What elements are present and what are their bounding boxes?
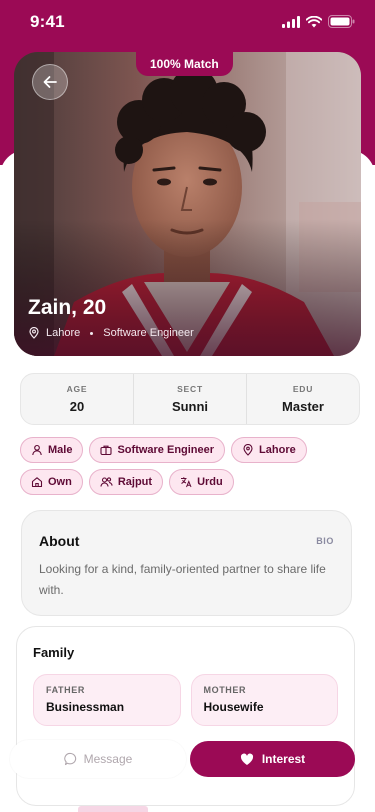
attribute-chips: Male Software Engineer Lahore Own Rajput…	[20, 437, 360, 501]
family-value: Businessman	[46, 700, 125, 714]
heart-icon	[240, 753, 253, 765]
status-icons	[282, 15, 355, 28]
chip-label: Lahore	[259, 444, 296, 456]
family-label: MOTHER	[203, 685, 247, 695]
message-button[interactable]: Message	[10, 740, 186, 778]
about-text: Looking for a kind, family-oriented part…	[39, 562, 326, 597]
chip-label: Urdu	[197, 476, 223, 488]
profile-hero-card: Zain, 20 Lahore Software Engineer	[14, 52, 361, 356]
match-badge: 100% Match	[136, 52, 233, 76]
people-icon	[100, 477, 113, 487]
stat-age: AGE 20	[21, 374, 134, 424]
about-title: About	[39, 533, 80, 549]
bio-tag: BIO	[316, 536, 334, 546]
chip-home: Own	[20, 469, 83, 495]
back-button[interactable]	[32, 64, 68, 100]
interest-label: Interest	[261, 752, 306, 766]
family-card: Family FATHER Businessman MOTHER Housewi…	[16, 626, 355, 806]
signal-icon	[282, 15, 300, 28]
stat-value: Master	[282, 399, 324, 414]
message-label: Message	[83, 752, 133, 766]
family-mother: MOTHER Housewife	[190, 674, 338, 726]
stat-education: EDU Master	[247, 374, 359, 424]
chat-bubble-icon	[63, 752, 76, 766]
chip-profession: Software Engineer	[89, 437, 226, 463]
about-card: About BIO Looking for a kind, family-ori…	[21, 510, 352, 616]
stat-sect: SECT Sunni	[134, 374, 247, 424]
battery-icon	[328, 15, 355, 28]
location-pin-icon	[29, 327, 39, 339]
chip-label: Rajput	[117, 476, 153, 488]
stat-label: SECT	[177, 384, 203, 394]
stat-label: EDU	[292, 384, 314, 394]
wifi-icon	[306, 15, 322, 27]
stat-value: Sunni	[171, 399, 209, 414]
profile-subtitle: Lahore Software Engineer	[28, 327, 194, 339]
person-icon	[32, 444, 42, 456]
chip-language: Urdu	[169, 469, 234, 495]
interest-button[interactable]: Interest	[190, 741, 355, 777]
home-icon	[31, 477, 43, 488]
next-card-peek	[78, 806, 148, 812]
chip-city: Lahore	[231, 437, 307, 463]
family-grid: FATHER Businessman MOTHER Housewife	[33, 674, 338, 726]
chip-caste: Rajput	[88, 469, 164, 495]
family-value: Housewife	[203, 700, 264, 714]
chip-label: Male	[48, 444, 73, 456]
briefcase-icon	[100, 445, 113, 456]
arrow-left-icon	[43, 76, 57, 88]
chip-gender: Male	[20, 437, 84, 463]
status-bar: 9:41	[0, 0, 375, 44]
profile-profession: Software Engineer	[103, 327, 194, 339]
chip-label: Software Engineer	[117, 444, 215, 456]
profile-name: Zain, 20	[28, 296, 107, 319]
profile-location: Lahore	[46, 327, 81, 339]
family-title: Family	[33, 645, 75, 660]
chip-label: Own	[48, 476, 72, 488]
family-father: FATHER Businessman	[33, 674, 181, 726]
stat-label: AGE	[66, 384, 88, 394]
action-bar: Message Interest	[10, 740, 355, 778]
stat-value: 20	[69, 399, 85, 414]
translate-icon	[181, 477, 192, 488]
location-pin-icon	[243, 444, 253, 456]
family-label: FATHER	[46, 685, 85, 695]
stats-row: AGE 20 SECT Sunni EDU Master	[20, 373, 360, 425]
status-time: 9:41	[30, 12, 65, 31]
separator-dot	[90, 331, 94, 335]
